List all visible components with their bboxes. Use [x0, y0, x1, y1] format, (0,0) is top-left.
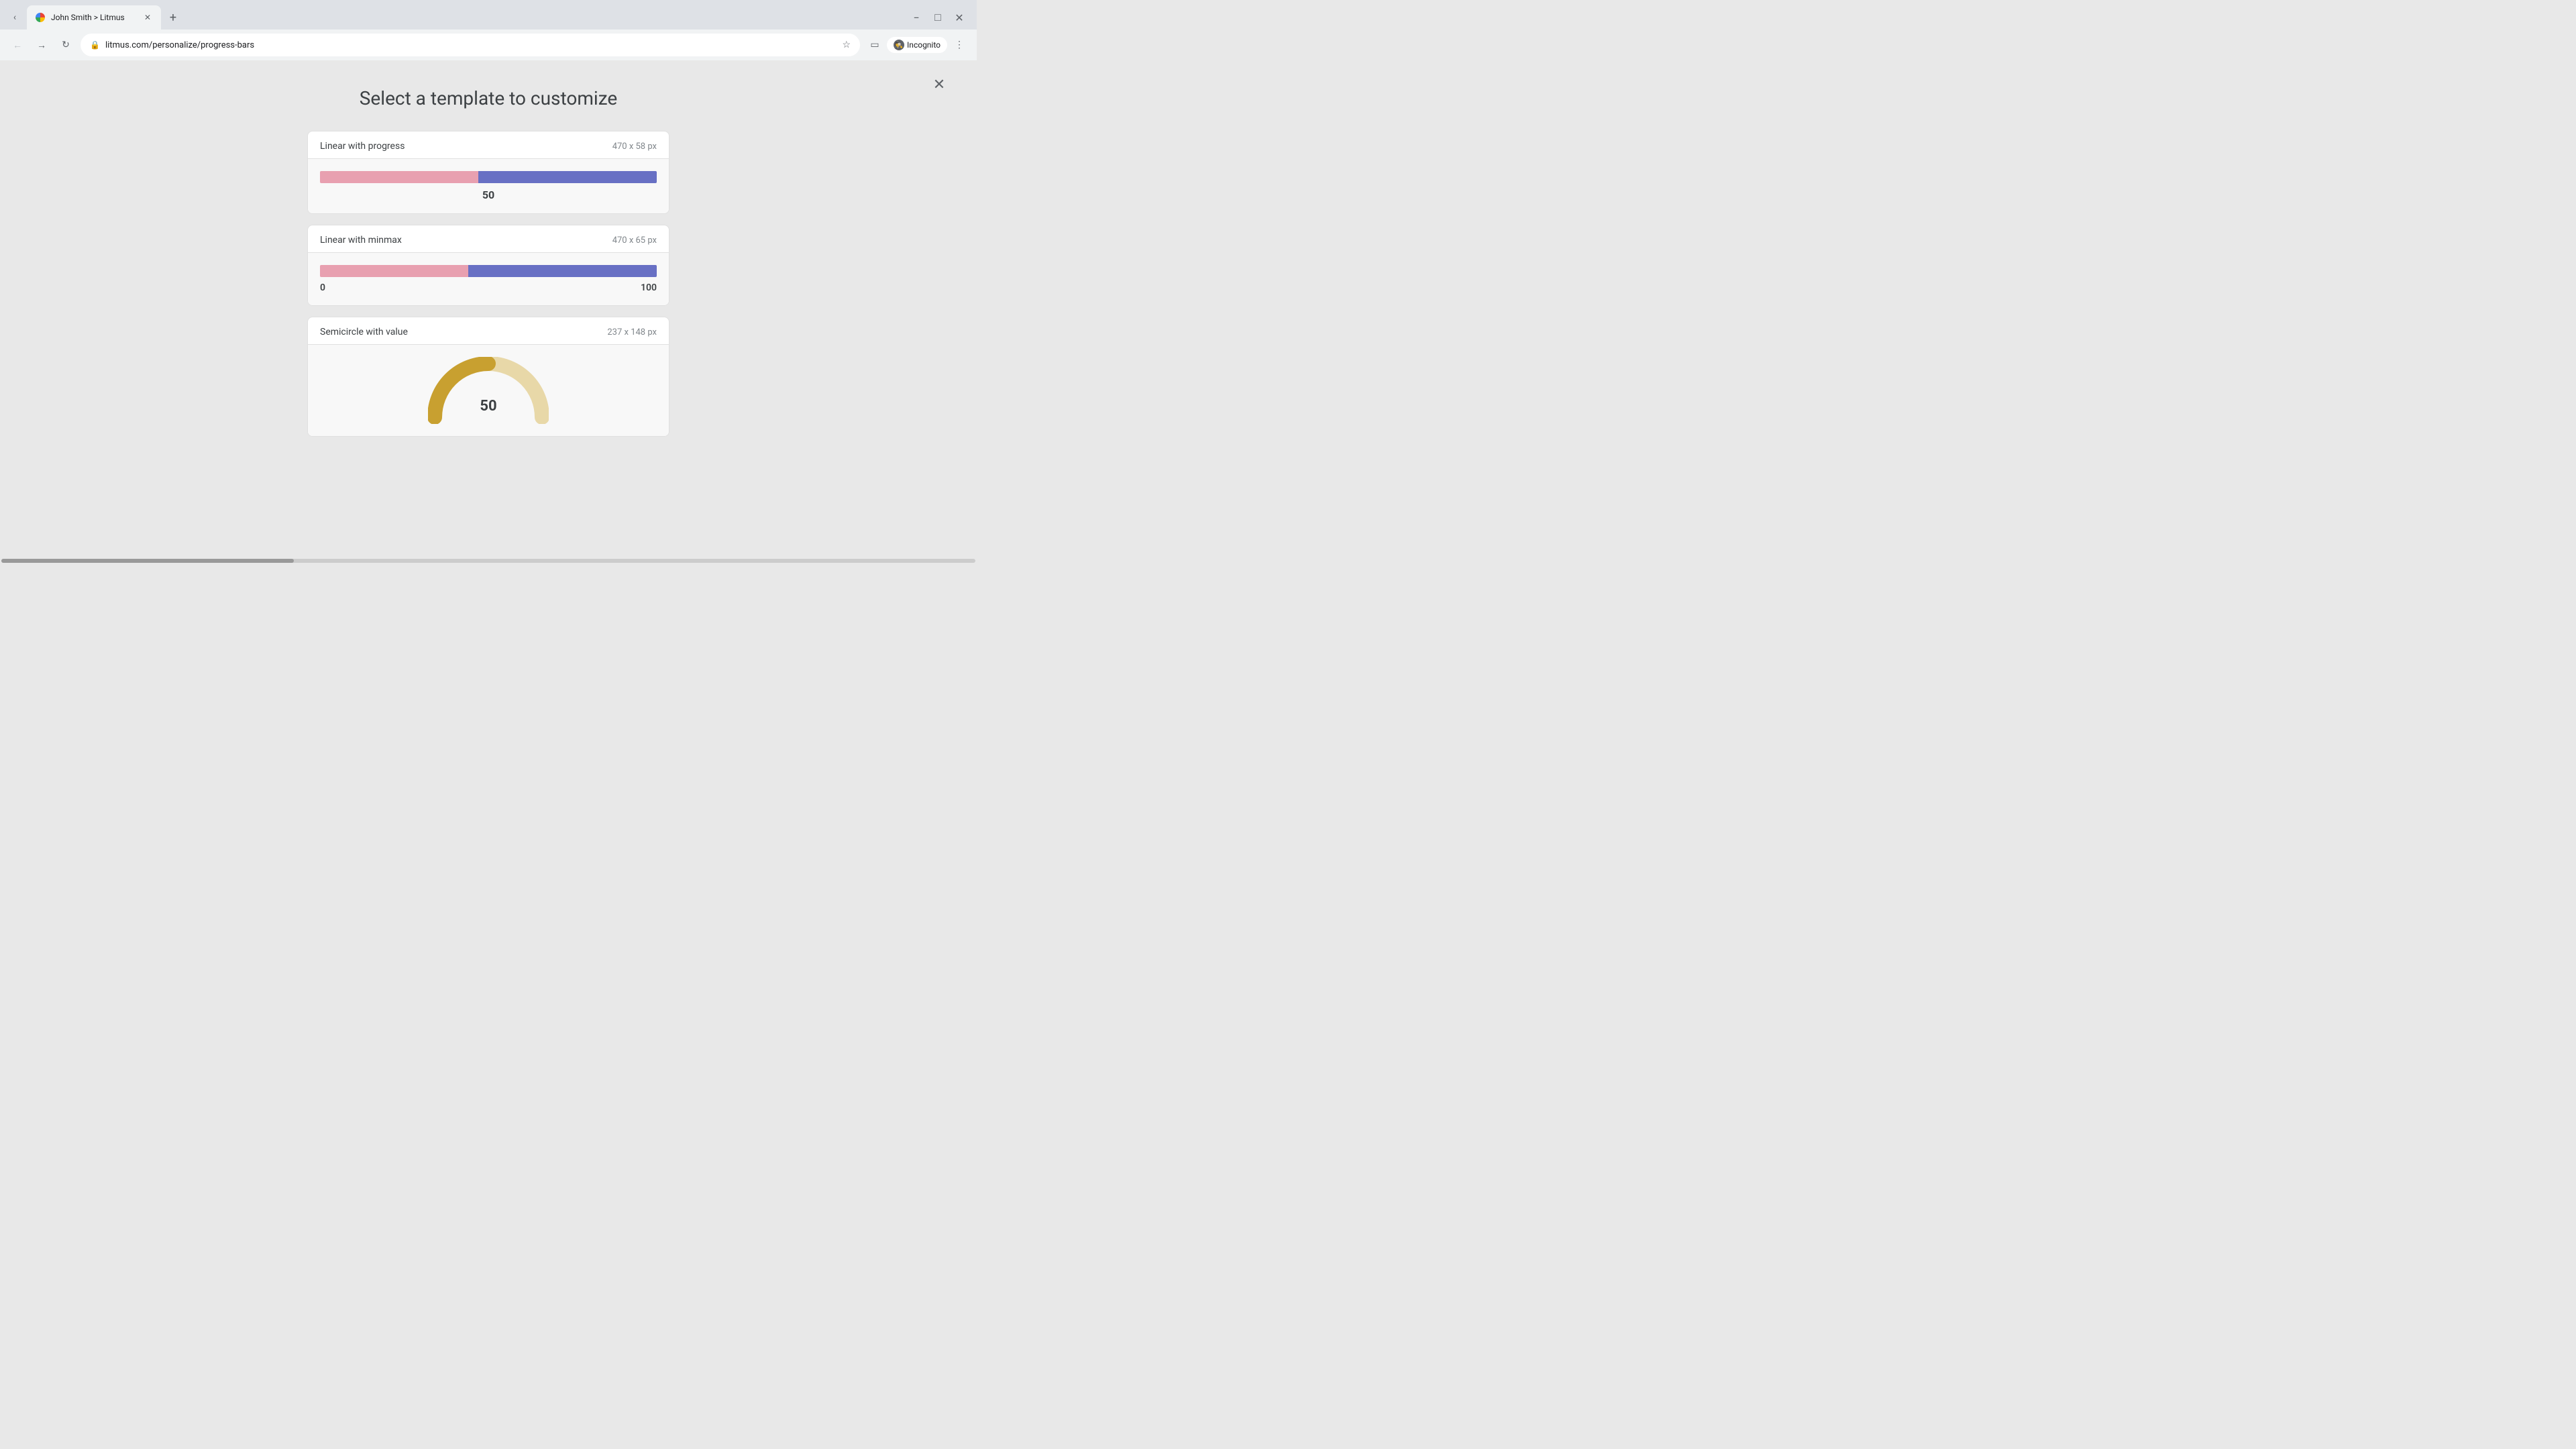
template-name-3: Semicircle with value: [320, 327, 408, 337]
template-card-header-2: Linear with minmax 470 x 65 px: [308, 225, 669, 252]
refresh-button[interactable]: ↻: [56, 36, 75, 54]
scrollbar-track[interactable]: [1, 559, 975, 563]
template-name-1: Linear with progress: [320, 141, 405, 152]
tab-title: John Smith > Litmus: [51, 13, 137, 22]
scrollbar-thumb[interactable]: [1, 559, 294, 563]
close-window-button[interactable]: ✕: [953, 11, 966, 24]
page-title: Select a template to customize: [13, 87, 963, 109]
back-button[interactable]: ←: [8, 36, 27, 54]
progress-bar-linear-2: 0 100: [320, 265, 657, 293]
incognito-label: Incognito: [907, 40, 941, 50]
template-preview-3: 50: [308, 345, 669, 436]
progress-remaining-1: [478, 171, 657, 183]
max-label: 100: [641, 282, 657, 293]
progress-value-1: 50: [320, 189, 657, 201]
templates-container: Linear with progress 470 x 58 px 50 Line…: [307, 131, 669, 437]
progress-track-2: [320, 265, 657, 277]
progress-bar-linear-1: 50: [320, 171, 657, 201]
browser-address-bar: ← → ↻ 🔒 litmus.com/personalize/progress-…: [0, 30, 977, 60]
template-size-3: 237 x 148 px: [607, 327, 657, 337]
minmax-labels: 0 100: [320, 282, 657, 293]
minimize-button[interactable]: −: [910, 11, 923, 24]
address-bar[interactable]: 🔒 litmus.com/personalize/progress-bars ☆: [80, 34, 860, 56]
progress-track-1: [320, 171, 657, 183]
browser-toolbar-right: ▭ 🕵 Incognito ⋮: [865, 36, 969, 54]
browser-tab-active[interactable]: John Smith > Litmus ✕: [27, 5, 161, 30]
close-dialog-button[interactable]: ✕: [928, 74, 950, 95]
progress-remaining-2: [468, 265, 657, 277]
template-size-2: 470 x 65 px: [612, 235, 657, 246]
more-options-button[interactable]: ⋮: [950, 36, 969, 54]
tab-arrow-left[interactable]: ‹: [5, 8, 24, 27]
tab-close-button[interactable]: ✕: [142, 12, 153, 23]
incognito-badge: 🕵 Incognito: [887, 37, 947, 53]
favicon-icon: [36, 13, 45, 22]
cast-button[interactable]: ▭: [865, 36, 884, 54]
min-label: 0: [320, 282, 325, 293]
forward-button[interactable]: →: [32, 36, 51, 54]
lock-icon: 🔒: [90, 40, 100, 50]
window-controls: − □ ✕: [910, 11, 971, 24]
page-content: ✕ Select a template to customize Linear …: [0, 60, 977, 557]
incognito-icon: 🕵: [894, 40, 904, 50]
semicircle-indicator: [486, 360, 492, 367]
semicircle-value-text: 50: [480, 398, 496, 415]
progress-filled-2: [320, 265, 468, 277]
tab-favicon: [35, 12, 46, 23]
maximize-button[interactable]: □: [931, 11, 945, 24]
progress-filled-1: [320, 171, 478, 183]
semicircle-preview: 50: [320, 357, 657, 424]
new-tab-button[interactable]: +: [164, 8, 182, 27]
template-size-1: 470 x 58 px: [612, 142, 657, 152]
template-card-linear-minmax[interactable]: Linear with minmax 470 x 65 px 0 100: [307, 225, 669, 306]
template-preview-2: 0 100: [308, 253, 669, 305]
template-card-header-3: Semicircle with value 237 x 148 px: [308, 317, 669, 344]
bookmark-icon[interactable]: ☆: [842, 40, 851, 50]
url-text: litmus.com/personalize/progress-bars: [105, 40, 837, 50]
template-card-header-1: Linear with progress 470 x 58 px: [308, 131, 669, 158]
template-card-linear-progress[interactable]: Linear with progress 470 x 58 px 50: [307, 131, 669, 214]
semicircle-svg: 50: [428, 357, 549, 424]
template-name-2: Linear with minmax: [320, 235, 402, 246]
template-preview-1: 50: [308, 159, 669, 213]
template-card-semicircle[interactable]: Semicircle with value 237 x 148 px 50: [307, 317, 669, 437]
browser-scrollbar[interactable]: [0, 557, 977, 565]
browser-tab-bar: ‹ John Smith > Litmus ✕ + − □ ✕: [0, 0, 977, 30]
browser-chrome: ‹ John Smith > Litmus ✕ + − □ ✕ ← → ↻ 🔒 …: [0, 0, 977, 60]
